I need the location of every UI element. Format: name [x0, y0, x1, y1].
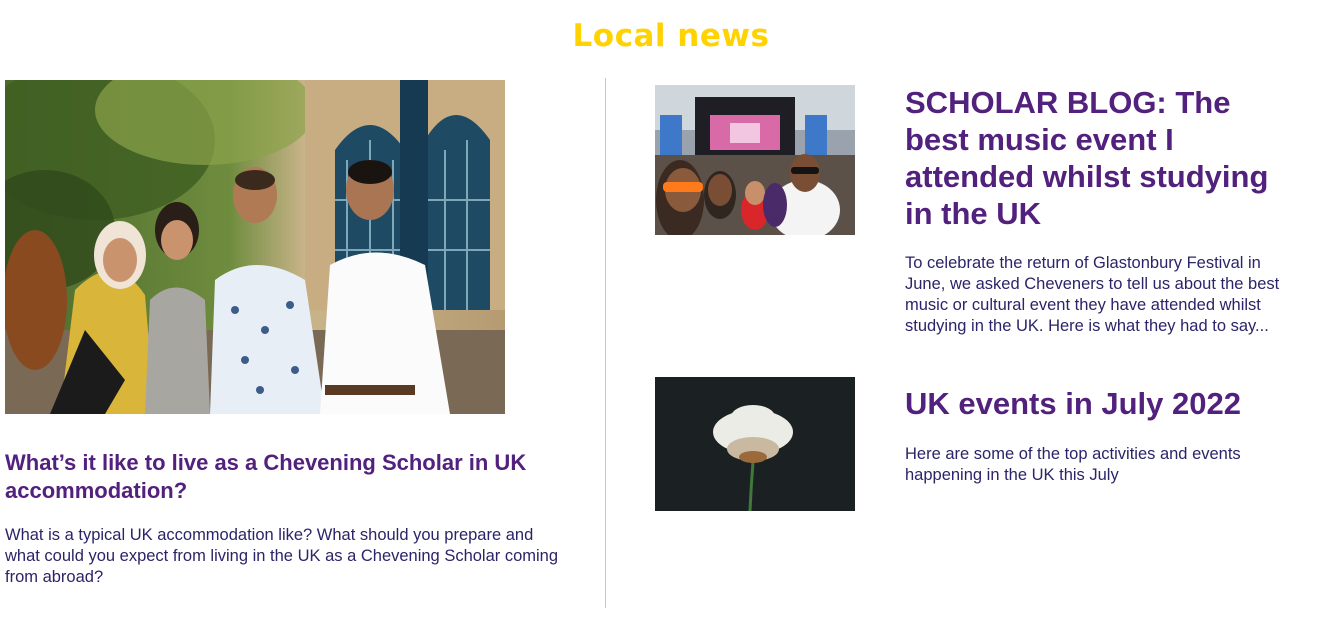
- news-card-description: Here are some of the top activities and …: [905, 445, 1241, 484]
- news-card-title[interactable]: UK events in July 2022: [905, 385, 1300, 422]
- news-card-body: SCHOLAR BLOG: The best music event I att…: [905, 85, 1300, 337]
- feature-article-title[interactable]: What’s it like to live as a Chevening Sc…: [5, 449, 560, 505]
- news-card-body: UK events in July 2022 Here are some of …: [905, 377, 1300, 486]
- feature-article: What’s it like to live as a Chevening Sc…: [5, 80, 565, 588]
- news-card-description: To celebrate the return of Glastonbury F…: [905, 254, 1280, 335]
- news-card-image[interactable]: [655, 85, 855, 235]
- section-title: Local news: [572, 18, 770, 54]
- feature-article-image[interactable]: [5, 80, 505, 414]
- feature-article-description: What is a typical UK accommodation like?…: [5, 526, 559, 586]
- news-card-image[interactable]: [655, 377, 855, 511]
- column-divider: [605, 78, 606, 608]
- news-card-title[interactable]: SCHOLAR BLOG: The best music event I att…: [905, 84, 1300, 232]
